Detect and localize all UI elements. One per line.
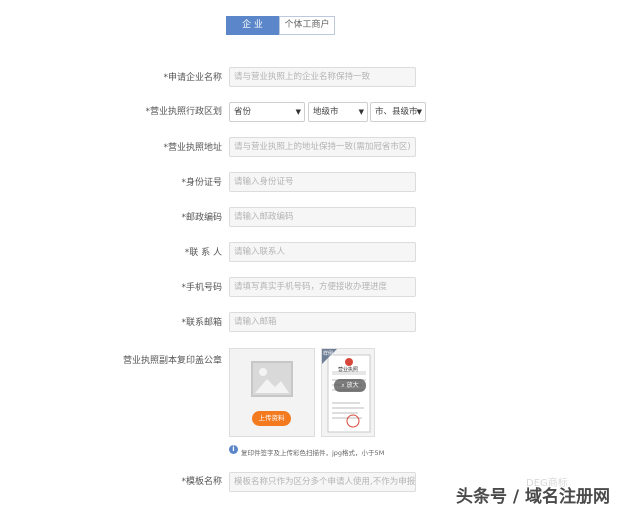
contact-input[interactable]: 请输入联系人 [229, 242, 416, 262]
license-copy-label: 营业执照副本复印盖公章 [122, 356, 222, 366]
postal-code-input[interactable]: 请输入邮政编码 [229, 207, 416, 227]
chevron-down-icon: ▼ [295, 108, 301, 116]
city-select-value: 地级市 [313, 107, 339, 117]
sample-license-image[interactable]: 样例 营业执照 ⌕ 放大 [321, 348, 375, 437]
company-name-label: *申请企业名称 [163, 73, 222, 83]
search-icon: ⌕ [341, 382, 345, 389]
info-icon: i [229, 445, 238, 454]
county-select-value: 市、县级市 [375, 107, 418, 117]
phone-label: *手机号码 [181, 283, 222, 293]
tab-enterprise[interactable]: 企 业 [226, 16, 279, 35]
postal-code-label: *邮政编码 [181, 213, 222, 223]
tab-individual[interactable]: 个体工商户 [279, 16, 335, 35]
upload-hint: 复印件签字及上传彩色扫描件，jpg格式，小于5M [241, 449, 385, 457]
address-label: *营业执照地址 [163, 143, 222, 153]
contact-label: *联 系 人 [184, 248, 222, 258]
email-input[interactable]: 请输入邮箱 [229, 312, 416, 332]
zoom-button[interactable]: ⌕ 放大 [334, 379, 366, 392]
sample-license-preview [322, 349, 371, 433]
province-select-value: 省份 [234, 107, 252, 117]
region-label: *营业执照行政区划 [145, 107, 222, 117]
sample-badge: 样例 [323, 351, 334, 357]
phone-input[interactable]: 请填写真实手机号码，方便接收办理进度 [229, 277, 416, 297]
sample-license-title: 营业执照 [338, 367, 359, 373]
address-input[interactable]: 请与营业执照上的地址保持一致(需加冠省市区) [229, 137, 416, 157]
id-number-input[interactable]: 请输入身份证号 [229, 172, 416, 192]
template-name-label: *模板名称 [181, 477, 222, 487]
applicant-type-tabs: 企 业 个体工商户 [226, 16, 335, 35]
image-placeholder-icon [251, 361, 293, 397]
watermark: 头条号 / 域名注册网 [456, 487, 611, 507]
city-select[interactable]: 地级市 ▼ [308, 102, 368, 122]
email-label: *联系邮箱 [181, 318, 222, 328]
upload-button[interactable]: 上传资料 [252, 411, 291, 426]
id-number-label: *身份证号 [181, 178, 222, 188]
chevron-down-icon: ▼ [358, 108, 364, 116]
chevron-down-icon: ▼ [416, 108, 422, 116]
province-select[interactable]: 省份 ▼ [229, 102, 305, 122]
zoom-label: 放大 [346, 382, 359, 389]
company-name-input[interactable]: 请与营业执照上的企业名称保持一致 [229, 67, 416, 87]
template-name-input[interactable]: 模板名称只作为区分多个申请人使用,不作为申报前 [229, 472, 416, 492]
county-select[interactable]: 市、县级市 ▼ [370, 102, 426, 122]
